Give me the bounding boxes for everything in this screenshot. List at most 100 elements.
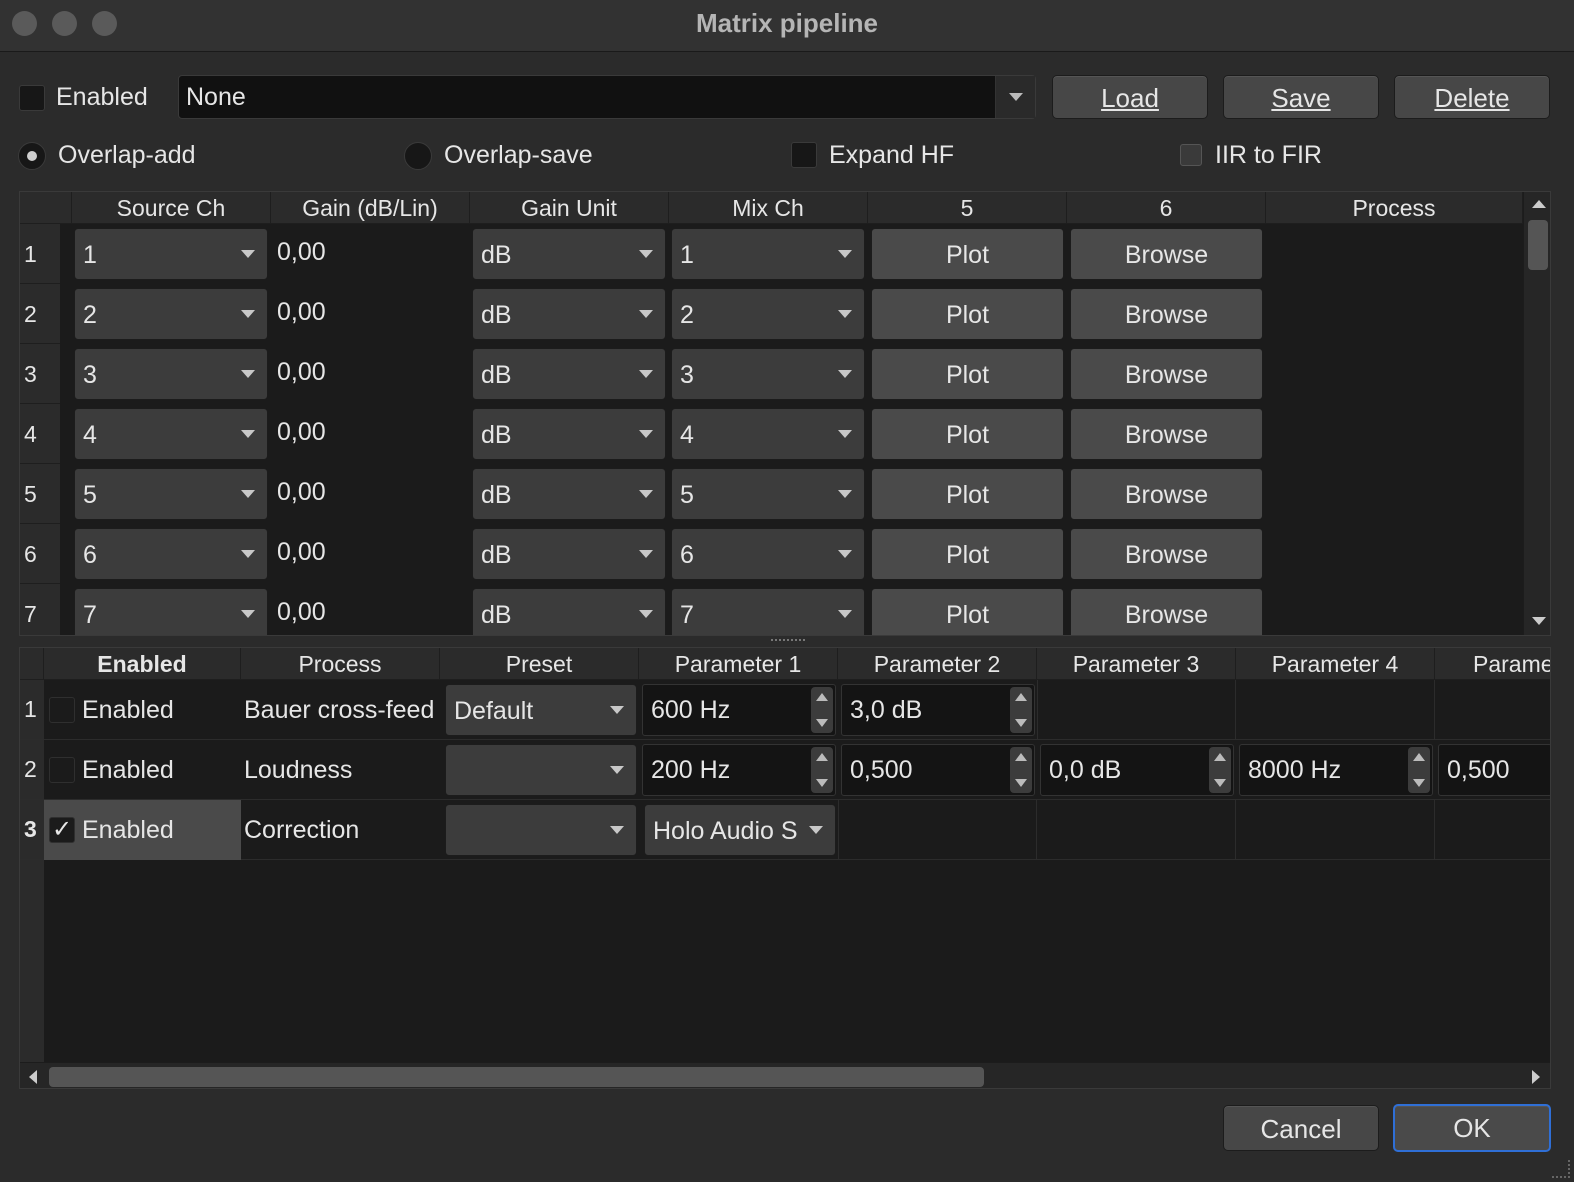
source-ch-dropdown[interactable]: 6 (74, 528, 268, 580)
preset-combo-button[interactable] (995, 76, 1035, 118)
plot-button[interactable]: Plot (871, 228, 1064, 280)
matrix-header-5[interactable]: 5 (868, 192, 1067, 224)
scroll-up-arrow-icon[interactable] (1532, 200, 1546, 208)
plot-button[interactable]: Plot (871, 348, 1064, 400)
preset-combo[interactable]: None (178, 75, 1036, 119)
spinner-buttons[interactable] (811, 687, 833, 733)
browse-button[interactable]: Browse (1070, 588, 1263, 635)
save-button[interactable]: Save (1223, 75, 1379, 119)
browse-button[interactable]: Browse (1070, 228, 1263, 280)
browse-button[interactable]: Browse (1070, 468, 1263, 520)
arrow-down-icon[interactable] (1015, 719, 1027, 727)
arrow-up-icon[interactable] (816, 693, 828, 701)
gain-unit-dropdown[interactable]: dB (472, 408, 666, 460)
arrow-down-icon[interactable] (1413, 779, 1425, 787)
scroll-down-arrow-icon[interactable] (1532, 617, 1546, 625)
arrow-down-icon[interactable] (816, 779, 828, 787)
process-enabled-checkbox[interactable] (49, 697, 75, 723)
browse-button[interactable]: Browse (1070, 528, 1263, 580)
process-enabled-checkbox[interactable]: ✓ (49, 817, 75, 843)
gain-input[interactable]: 0,00 (277, 358, 326, 387)
browse-button[interactable]: Browse (1070, 288, 1263, 340)
process-horizontal-scrollbar[interactable] (20, 1062, 1550, 1088)
parameter-2-spinbox[interactable]: 0,500 (841, 744, 1035, 796)
load-button[interactable]: Load (1052, 75, 1208, 119)
arrow-up-icon[interactable] (1015, 753, 1027, 761)
source-ch-dropdown[interactable]: 2 (74, 288, 268, 340)
parameter-1-spinbox[interactable]: 600 Hz (642, 684, 836, 736)
parameter-5-spinbox[interactable]: 0,500 (1438, 744, 1550, 796)
scroll-right-arrow-icon[interactable] (1532, 1070, 1540, 1084)
preset-dropdown[interactable] (445, 804, 637, 856)
process-scroll-thumb[interactable] (49, 1067, 984, 1087)
gain-input[interactable]: 0,00 (277, 418, 326, 447)
resize-grip-icon[interactable] (1552, 1160, 1570, 1178)
source-ch-dropdown[interactable]: 7 (74, 588, 268, 635)
source-ch-dropdown[interactable]: 3 (74, 348, 268, 400)
gain-unit-dropdown[interactable]: dB (472, 588, 666, 635)
browse-button[interactable]: Browse (1070, 348, 1263, 400)
plot-button[interactable]: Plot (871, 468, 1064, 520)
gain-input[interactable]: 0,00 (277, 238, 326, 267)
expand-hf-checkbox[interactable] (791, 142, 817, 168)
matrix-vertical-scrollbar[interactable] (1523, 192, 1550, 635)
parameter-1-dropdown[interactable]: Holo Audio Spring (644, 804, 836, 856)
parameter-2-spinbox[interactable]: 3,0 dB (841, 684, 1035, 736)
delete-button[interactable]: Delete (1394, 75, 1550, 119)
source-ch-dropdown[interactable]: 1 (74, 228, 268, 280)
gain-input[interactable]: 0,00 (277, 478, 326, 507)
overlap-save-radio[interactable] (404, 142, 432, 170)
matrix-header-process[interactable]: Process (1266, 192, 1523, 224)
mix-ch-dropdown[interactable]: 7 (671, 588, 865, 635)
gain-input[interactable]: 0,00 (277, 538, 326, 567)
arrow-up-icon[interactable] (1015, 693, 1027, 701)
parameter-3-spinbox[interactable]: 0,0 dB (1040, 744, 1234, 796)
process-header-parameter-5[interactable]: Parame (1435, 648, 1550, 680)
arrow-up-icon[interactable] (1413, 753, 1425, 761)
spinner-buttons[interactable] (811, 747, 833, 793)
parameter-1-spinbox[interactable]: 200 Hz (642, 744, 836, 796)
enabled-checkbox[interactable] (19, 85, 45, 111)
browse-button[interactable]: Browse (1070, 408, 1263, 460)
matrix-header-gain-unit[interactable]: Gain Unit (470, 192, 669, 224)
gain-unit-dropdown[interactable]: dB (472, 468, 666, 520)
arrow-up-icon[interactable] (1214, 753, 1226, 761)
source-ch-dropdown[interactable]: 5 (74, 468, 268, 520)
iir-to-fir-checkbox[interactable] (1180, 144, 1202, 166)
arrow-down-icon[interactable] (816, 719, 828, 727)
process-header-enabled[interactable]: Enabled (44, 648, 241, 680)
parameter-4-spinbox[interactable]: 8000 Hz (1239, 744, 1433, 796)
gain-input[interactable]: 0,00 (277, 298, 326, 327)
process-header-parameter-3[interactable]: Parameter 3 (1037, 648, 1236, 680)
source-ch-dropdown[interactable]: 4 (74, 408, 268, 460)
mix-ch-dropdown[interactable]: 6 (671, 528, 865, 580)
splitter-handle[interactable] (771, 639, 805, 643)
mix-ch-dropdown[interactable]: 4 (671, 408, 865, 460)
matrix-header-mix-ch[interactable]: Mix Ch (669, 192, 868, 224)
mix-ch-dropdown[interactable]: 2 (671, 288, 865, 340)
matrix-scroll-thumb[interactable] (1528, 220, 1548, 270)
preset-dropdown[interactable]: Default (445, 684, 637, 736)
gain-unit-dropdown[interactable]: dB (472, 348, 666, 400)
gain-unit-dropdown[interactable]: dB (472, 528, 666, 580)
matrix-header-gain[interactable]: Gain (dB/Lin) (271, 192, 470, 224)
overlap-add-radio[interactable] (18, 142, 46, 170)
arrow-down-icon[interactable] (1214, 779, 1226, 787)
plot-button[interactable]: Plot (871, 288, 1064, 340)
arrow-down-icon[interactable] (1015, 779, 1027, 787)
cancel-button[interactable]: Cancel (1223, 1105, 1379, 1151)
process-header-parameter-4[interactable]: Parameter 4 (1236, 648, 1435, 680)
gain-unit-dropdown[interactable]: dB (472, 288, 666, 340)
process-header-parameter-1[interactable]: Parameter 1 (639, 648, 838, 680)
process-header-process[interactable]: Process (241, 648, 440, 680)
plot-button[interactable]: Plot (871, 408, 1064, 460)
spinner-buttons[interactable] (1010, 687, 1032, 733)
spinner-buttons[interactable] (1010, 747, 1032, 793)
arrow-up-icon[interactable] (816, 753, 828, 761)
process-header-parameter-2[interactable]: Parameter 2 (838, 648, 1037, 680)
gain-input[interactable]: 0,00 (277, 598, 326, 627)
mix-ch-dropdown[interactable]: 1 (671, 228, 865, 280)
mix-ch-dropdown[interactable]: 3 (671, 348, 865, 400)
matrix-header-source-ch[interactable]: Source Ch (72, 192, 271, 224)
process-enabled-checkbox[interactable] (49, 757, 75, 783)
